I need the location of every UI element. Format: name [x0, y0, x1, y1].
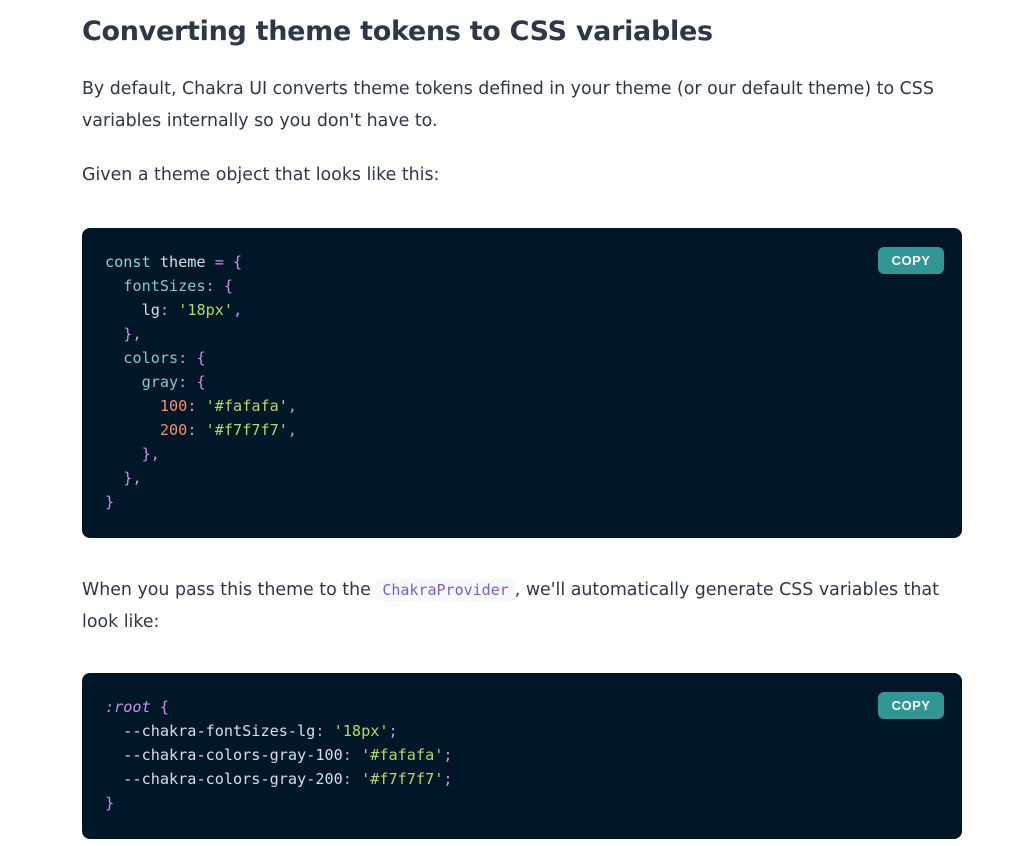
code-token: ;	[443, 770, 453, 788]
code-token: },	[123, 469, 142, 487]
code-line: --chakra-colors-gray-200: '#f7f7f7';	[105, 770, 453, 788]
given-paragraph: Given a theme object that looks like thi…	[82, 165, 440, 185]
code-token: {	[187, 349, 206, 367]
code-line: },	[105, 325, 142, 343]
code-line: },	[105, 445, 160, 463]
code-token: '#fafafa'	[205, 397, 288, 415]
code-block-theme: const theme = { fontSizes: { lg: '18px',…	[82, 228, 962, 538]
code-line: 100: '#fafafa',	[105, 397, 297, 415]
copy-button[interactable]: COPY	[878, 247, 944, 274]
code-token: }	[105, 794, 115, 812]
code-token: fontSizes	[123, 277, 206, 295]
code-token: },	[141, 445, 160, 463]
code-token: :root	[105, 698, 151, 716]
code-line: 200: '#f7f7f7',	[105, 421, 297, 439]
code-token: gray	[141, 373, 179, 391]
code-css-variables: :root { --chakra-fontSizes-lg: '18px'; -…	[105, 695, 453, 815]
code-token: lg	[141, 301, 160, 319]
code-line: --chakra-fontSizes-lg: '18px';	[105, 722, 398, 740]
copy-button[interactable]: COPY	[878, 692, 944, 719]
inline-code-chakraprovider: ChakraProvider	[376, 579, 515, 601]
code-token: '#f7f7f7'	[361, 770, 444, 788]
code-token: const	[105, 253, 151, 271]
code-theme-object: const theme = { fontSizes: { lg: '18px',…	[105, 250, 297, 514]
code-token: ;	[388, 722, 398, 740]
code-token: :	[178, 349, 188, 367]
code-line: gray: {	[105, 373, 206, 391]
code-token: :	[178, 373, 188, 391]
code-line: --chakra-colors-gray-100: '#fafafa';	[105, 746, 453, 764]
code-token: '#f7f7f7'	[205, 421, 288, 439]
code-token: {	[223, 253, 243, 271]
code-line: fontSizes: {	[105, 277, 233, 295]
code-token: '18px'	[178, 301, 234, 319]
code-line: :root {	[105, 698, 169, 716]
code-token: {	[187, 373, 206, 391]
code-token: ,	[287, 397, 298, 415]
code-token: ;	[443, 746, 453, 764]
code-line: lg: '18px',	[105, 301, 243, 319]
code-line: }	[105, 794, 114, 812]
code-line: const theme = {	[105, 253, 242, 271]
code-token: ,	[287, 421, 298, 439]
code-token: ,	[233, 301, 243, 319]
code-token: '18px'	[333, 722, 389, 740]
code-token: =	[214, 253, 224, 271]
code-token: {	[214, 277, 234, 295]
section-heading: Converting theme tokens to CSS variables	[82, 16, 713, 47]
code-block-css-vars: :root { --chakra-fontSizes-lg: '18px'; -…	[82, 673, 962, 839]
code-token: :	[159, 301, 170, 319]
code-line: }	[105, 493, 114, 511]
code-token: :	[342, 770, 352, 788]
code-token: '#fafafa'	[361, 746, 444, 764]
intro-paragraph: By default, Chakra UI converts theme tok…	[82, 79, 934, 131]
code-token: --chakra-colors-gray-100	[123, 746, 343, 764]
code-token: colors	[123, 349, 179, 367]
code-token: --chakra-fontSizes-lg	[123, 722, 316, 740]
code-line: },	[105, 469, 142, 487]
code-token: theme	[150, 253, 215, 271]
code-token: 100	[159, 397, 188, 415]
code-token: }	[105, 493, 115, 511]
code-token: :	[342, 746, 352, 764]
code-token: --chakra-colors-gray-200	[123, 770, 343, 788]
code-token: },	[123, 325, 142, 343]
code-token: 200	[159, 421, 188, 439]
code-line: colors: {	[105, 349, 206, 367]
provider-text-before: When you pass this theme to the	[82, 580, 377, 600]
code-token: {	[150, 698, 170, 716]
provider-paragraph: When you pass this theme to the ChakraPr…	[82, 574, 962, 638]
code-token: :	[205, 277, 215, 295]
